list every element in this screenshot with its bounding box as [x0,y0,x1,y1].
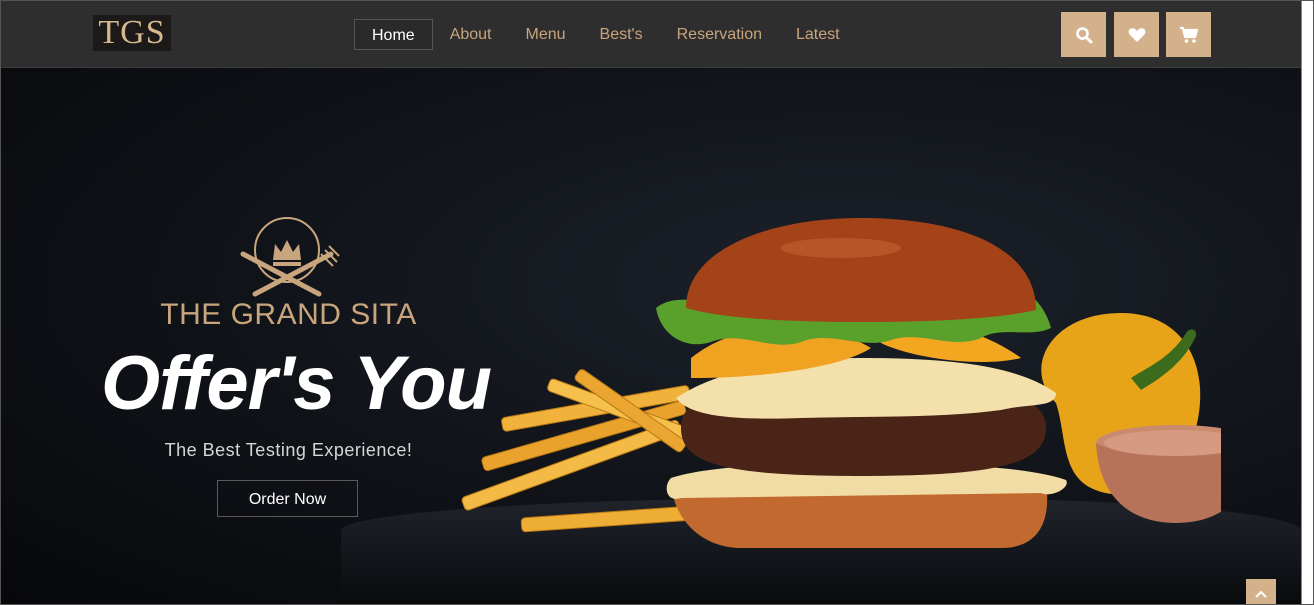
search-icon [1075,26,1092,43]
heart-icon [1128,27,1145,42]
sauce-bowl-graphic [1096,425,1221,523]
burger-image [461,218,1221,548]
brand-name-heading: THE GRAND SITA [160,298,417,331]
page-scrollbar[interactable] [1301,1,1313,604]
chevron-up-icon [1255,590,1267,598]
wishlist-button[interactable] [1114,12,1159,57]
hero-headline: Offer's You [100,341,492,426]
cart-button[interactable] [1166,12,1211,57]
site-logo[interactable]: TGS [93,15,171,51]
cart-icon [1179,26,1198,43]
order-now-button[interactable]: Order Now [217,480,358,517]
nav-item-reservation[interactable]: Reservation [660,19,779,50]
hero-banner: THE GRAND SITA Offer's You The Best Test… [1,68,1301,604]
nav-item-home[interactable]: Home [354,19,433,50]
nav-item-bests[interactable]: Best's [583,19,660,50]
main-nav: Home About Menu Best's Reservation Lates… [354,19,857,50]
scroll-to-top-button[interactable] [1246,579,1276,604]
nav-item-menu[interactable]: Menu [509,19,583,50]
nav-item-about[interactable]: About [433,19,509,50]
nav-item-latest[interactable]: Latest [779,19,857,50]
hero-tagline: The Best Testing Experience! [164,440,413,460]
search-button[interactable] [1061,12,1106,57]
top-navbar: TGS Home About Menu Best's Reservation L… [1,1,1301,68]
browser-viewport: TGS Home About Menu Best's Reservation L… [0,0,1314,605]
crown-cutlery-emblem [240,217,340,297]
